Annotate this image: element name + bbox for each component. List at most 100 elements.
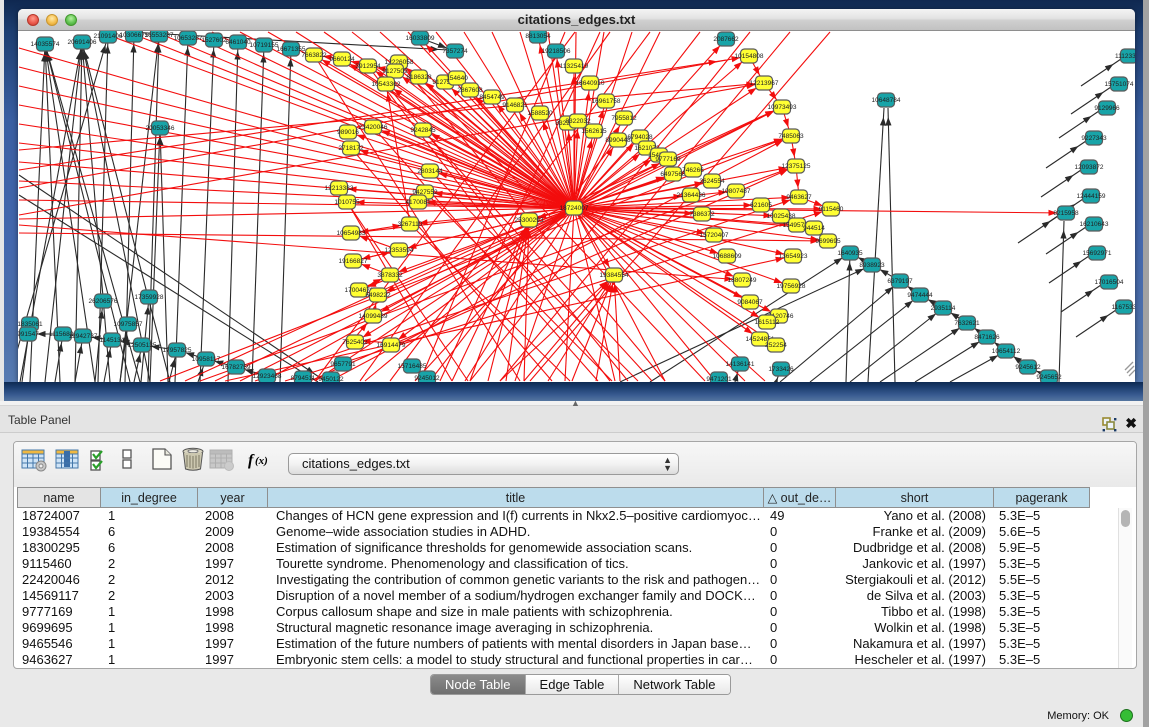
svg-text:16033809: 16033809: [406, 35, 435, 42]
svg-text:11325419: 11325419: [560, 63, 589, 70]
svg-text:12505135: 12505135: [128, 342, 157, 349]
svg-text:14099489: 14099489: [359, 313, 388, 320]
svg-text:7386372: 7386372: [689, 211, 715, 218]
svg-text:26206576: 26206576: [89, 298, 118, 305]
svg-text:10688609: 10688609: [713, 253, 742, 260]
svg-text:9127509: 9127509: [382, 68, 408, 75]
svg-text:10719155: 10719155: [250, 42, 279, 49]
svg-text:2935114: 2935114: [931, 305, 956, 312]
svg-text:6379197: 6379197: [887, 278, 913, 285]
svg-text:14136141: 14136141: [726, 361, 755, 368]
svg-text:1145134: 1145134: [100, 337, 125, 344]
svg-text:3912954: 3912954: [355, 63, 381, 70]
svg-text:10653287: 10653287: [174, 35, 203, 42]
svg-text:9245652: 9245652: [1036, 374, 1062, 381]
svg-text:21364436: 21364436: [677, 192, 706, 199]
svg-text:7357274: 7357274: [442, 48, 468, 55]
svg-text:3267110: 3267110: [398, 221, 423, 228]
svg-text:3624554: 3624554: [699, 178, 725, 185]
svg-text:1562615: 1562615: [581, 128, 607, 135]
svg-text:17957825: 17957825: [163, 347, 192, 354]
svg-text:9084067: 9084067: [737, 299, 763, 306]
svg-text:16553287: 16553287: [145, 32, 174, 39]
svg-text:991547: 991547: [18, 331, 39, 338]
svg-text:1167533: 1167533: [1112, 304, 1135, 311]
svg-text:8454749: 8454749: [479, 94, 505, 101]
svg-text:10807487: 10807487: [722, 188, 751, 195]
svg-text:6794028: 6794028: [627, 134, 653, 141]
svg-text:9129966: 9129966: [1094, 105, 1120, 112]
svg-text:12942737: 12942737: [69, 333, 98, 340]
svg-text:10958117: 10958117: [192, 356, 221, 363]
svg-text:10654112: 10654112: [992, 348, 1021, 355]
svg-text:2087662: 2087662: [713, 36, 739, 43]
svg-text:16210643: 16210643: [1080, 221, 1109, 228]
svg-text:18724007: 18724007: [560, 205, 589, 212]
svg-text:10154808: 10154808: [735, 53, 764, 60]
svg-text:9474444: 9474444: [907, 292, 933, 299]
svg-text:9115460: 9115460: [819, 206, 844, 213]
svg-text:746266: 746266: [682, 167, 704, 174]
svg-text:16914479: 16914479: [377, 342, 406, 349]
svg-text:1733426: 1733426: [768, 366, 794, 373]
svg-text:19756928: 19756928: [777, 283, 806, 290]
svg-text:7485063: 7485063: [778, 133, 804, 140]
svg-text:8938923: 8938923: [859, 262, 885, 269]
svg-text:7955812: 7955812: [611, 115, 637, 122]
svg-text:9227343: 9227343: [1081, 135, 1107, 142]
svg-text:7625402: 7625402: [342, 339, 368, 346]
svg-text:8186328: 8186328: [406, 74, 432, 81]
svg-text:2718172: 2718172: [338, 145, 364, 152]
svg-text:21091406: 21091406: [94, 33, 123, 40]
svg-text:12444159: 12444159: [1077, 193, 1106, 200]
svg-text:14035574: 14035574: [31, 41, 60, 48]
svg-text:154640: 154640: [446, 75, 468, 82]
svg-text:19384554: 19384554: [600, 272, 629, 279]
svg-text:12093872: 12093872: [1075, 164, 1104, 171]
svg-text:8471626: 8471626: [974, 334, 1000, 341]
svg-text:8813054: 8813054: [525, 33, 551, 40]
svg-text:17359928: 17359928: [135, 294, 164, 301]
svg-text:18640910: 18640910: [576, 80, 605, 87]
svg-text:2803144: 2803144: [417, 168, 443, 175]
svg-text:12375125: 12375125: [782, 163, 811, 170]
svg-text:15751074: 15751074: [1105, 81, 1134, 88]
svg-text:15716485: 15716485: [398, 363, 427, 370]
svg-text:9699695: 9699695: [815, 238, 841, 245]
svg-text:8215958: 8215958: [1053, 210, 1079, 217]
svg-text:8322032: 8322032: [565, 118, 591, 125]
svg-text:3878332: 3878332: [377, 272, 403, 279]
svg-text:4170081: 4170081: [405, 199, 431, 206]
svg-text:1010755: 1010755: [334, 199, 360, 206]
svg-text:10648784: 10648784: [872, 97, 901, 104]
svg-text:(x): (x): [255, 455, 268, 467]
svg-text:9660124: 9660124: [329, 56, 355, 63]
svg-text:8794511: 8794511: [291, 375, 316, 382]
svg-text:23420046: 23420046: [359, 124, 388, 131]
svg-text:7663822: 7663822: [301, 52, 327, 59]
svg-text:1588520: 1588520: [527, 110, 553, 117]
svg-text:10543362: 10543362: [372, 81, 401, 88]
svg-text:989016: 989016: [337, 129, 359, 136]
svg-text:5498222: 5498222: [365, 292, 391, 299]
svg-text:25300293: 25300293: [515, 217, 544, 224]
svg-text:15720407: 15720407: [700, 232, 729, 239]
svg-text:9245012: 9245012: [414, 375, 440, 382]
svg-text:15692971: 15692971: [1083, 250, 1112, 257]
svg-text:13654923: 13654923: [779, 253, 808, 260]
svg-text:19166827: 19166827: [339, 258, 368, 265]
svg-text:f: f: [248, 452, 255, 469]
svg-text:2867608: 2867608: [457, 87, 483, 94]
svg-text:9242845: 9242845: [410, 127, 436, 134]
svg-text:9777169: 9777169: [655, 156, 681, 163]
svg-text:1527602: 1527602: [201, 37, 227, 44]
svg-text:6461040: 6461040: [225, 39, 251, 46]
svg-text:20053346: 20053346: [146, 125, 175, 132]
svg-text:1640935: 1640935: [837, 250, 863, 257]
svg-text:621605: 621605: [750, 202, 772, 209]
svg-text:10973493: 10973493: [768, 104, 797, 111]
svg-text:18807249: 18807249: [728, 277, 757, 284]
svg-text:252254: 252254: [765, 342, 787, 349]
svg-text:12353594: 12353594: [385, 247, 414, 254]
svg-text:944514: 944514: [803, 225, 825, 232]
